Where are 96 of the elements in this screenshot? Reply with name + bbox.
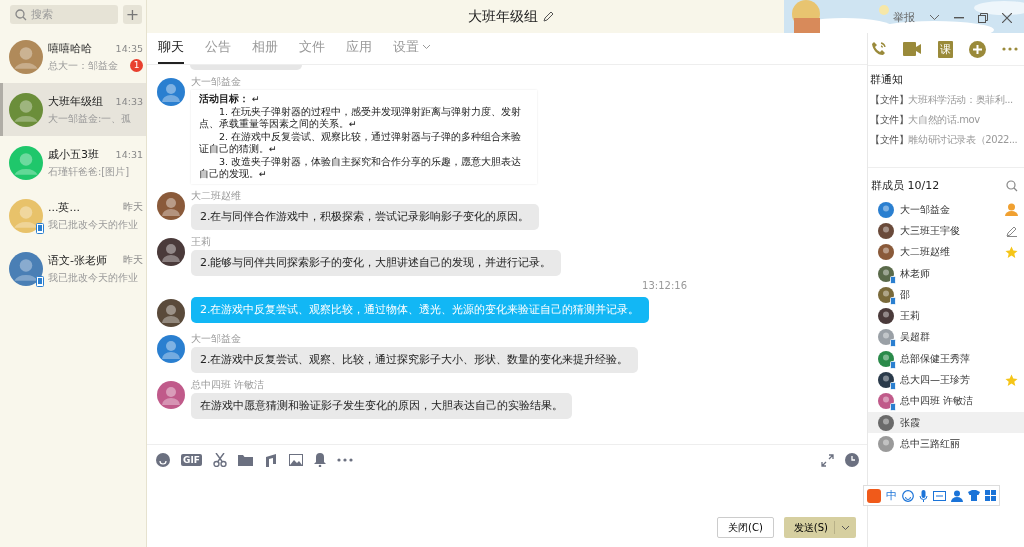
- emoji-icon[interactable]: [902, 489, 914, 502]
- member-item[interactable]: 总部保健王秀萍: [868, 348, 1024, 370]
- conversation-time: 昨天: [123, 200, 143, 214]
- message-bubble: 在游戏中愿意猜测和验证影子发生变化的原因，大胆表达自己的实验结果。: [191, 392, 572, 419]
- conversation-time: 14:35: [115, 42, 143, 54]
- sender-name: 总中四班 许敏洁: [191, 378, 266, 391]
- document-line: 活动目标： ↵: [199, 93, 261, 106]
- member-item[interactable]: 吴超群: [868, 326, 1024, 349]
- more-icon[interactable]: [1002, 47, 1018, 51]
- member-item[interactable]: 大一邹益金: [868, 199, 1024, 221]
- emoji-icon[interactable]: [156, 453, 170, 467]
- member-item[interactable]: 王莉: [868, 305, 1024, 327]
- sender-name: 大一邹益金: [191, 76, 242, 88]
- sender-name: 大一邹益金: [191, 332, 242, 345]
- conversation-preview: 我已批改今天的作业: [48, 270, 138, 285]
- document-line: 1. 在玩夹子弹射器的过程中，感受并发现弹射距离与弹射力度、发射点、承载重量等因素之间的关系。↵: [199, 105, 523, 131]
- conversation-name: 戚小五3班: [48, 146, 99, 162]
- person-icon[interactable]: [951, 489, 963, 502]
- restore-icon[interactable]: [978, 12, 988, 23]
- member-name: 吴超群: [900, 330, 931, 345]
- conversation-time: 14:33: [115, 95, 143, 107]
- shirt-icon[interactable]: [968, 490, 980, 501]
- document-line: 3. 改造夹子弹射器，体验自主探究和合作分享的乐趣，愿意大胆表达自己的发现。↵: [199, 155, 523, 181]
- window-title: 大班年级组: [467, 7, 538, 26]
- clock-icon[interactable]: [845, 453, 859, 467]
- member-name: 总中四班 许敏洁: [900, 394, 975, 409]
- member-item[interactable]: 大三班王宇俊: [868, 220, 1024, 242]
- video-call-icon[interactable]: [903, 42, 922, 56]
- member-name: 林老师: [900, 266, 931, 281]
- notice-item[interactable]: 【文件】雕幼研讨记录表（2022...: [870, 133, 1024, 147]
- chevron-down-icon[interactable]: [422, 44, 431, 50]
- close-button[interactable]: 关闭(C): [717, 517, 774, 538]
- member-name: 张霞: [900, 415, 921, 430]
- chevron-down-icon[interactable]: [929, 14, 940, 21]
- member-item[interactable]: 张霞: [868, 411, 1024, 434]
- keyboard-icon[interactable]: [933, 490, 946, 501]
- member-name: 大一邹益金: [900, 202, 951, 217]
- scissors-icon[interactable]: [212, 453, 227, 467]
- conversation-preview: 石瑾轩爸爸:[图片]: [48, 164, 130, 179]
- sender-name: 大二班赵维: [191, 189, 242, 202]
- member-item[interactable]: 总中四班 许敏洁: [868, 390, 1024, 412]
- phone-icon[interactable]: [871, 41, 887, 57]
- member-name: 总大四—王珍芳: [900, 373, 971, 387]
- folder-icon[interactable]: [237, 454, 253, 466]
- conversation-name: 嘻嘻哈哈: [48, 40, 92, 56]
- conversation-name: 大班年级组: [48, 93, 103, 109]
- conversation-item[interactable]: ...英... 昨天 我已批改今天的作业: [0, 189, 146, 242]
- member-item[interactable]: 林老师: [868, 262, 1024, 285]
- conversation-time: 14:31: [115, 148, 143, 160]
- minimize-icon[interactable]: [954, 16, 964, 19]
- report-link[interactable]: 举报: [893, 10, 915, 25]
- add-icon[interactable]: [968, 40, 986, 58]
- members-title: 群成员 10/12: [871, 178, 940, 193]
- search-field[interactable]: 搜索: [10, 5, 118, 24]
- member-item[interactable]: 总大四—王珍芳: [868, 369, 1024, 391]
- image-icon[interactable]: [288, 454, 303, 466]
- send-button[interactable]: 发送(S): [783, 517, 856, 538]
- conversation-name: 语文-张老师: [48, 252, 107, 268]
- message-bubble: 2.在与同伴合作游戏中，积极探索，尝试记录影响影子变化的原因。: [191, 203, 539, 230]
- notice-item[interactable]: 【文件】大班科学活动：奥菲利...: [870, 93, 1024, 107]
- more-icon[interactable]: [336, 458, 353, 462]
- conversation-preview: 我已批改今天的作业: [48, 217, 138, 232]
- member-item[interactable]: 总中三路红丽: [868, 433, 1024, 455]
- document-line: 2. 在游戏中反复尝试、观察比较，通过弹射器与子弹的多种组合来验证自己的猜测。↵: [199, 130, 523, 156]
- input-mode-toggle[interactable]: 中: [886, 488, 897, 503]
- chevron-down-icon[interactable]: [841, 524, 850, 531]
- bell-icon[interactable]: [313, 453, 326, 467]
- close-icon[interactable]: [1002, 12, 1012, 23]
- member-name: 大三班王宇俊: [900, 223, 961, 238]
- message-bubble: 2.在游戏中反复尝试、观察比较，通过物体、透光、光源的变化来验证自己的猜测并记录。: [191, 296, 649, 323]
- timestamp: 13:12:16: [641, 279, 688, 291]
- member-item[interactable]: 大二班赵维: [868, 241, 1024, 263]
- member-name: 总部保健王秀萍: [900, 351, 971, 366]
- notice-item[interactable]: 【文件】大自然的话.mov: [870, 113, 1024, 127]
- search-icon[interactable]: [1006, 179, 1018, 192]
- member-name: 大二班赵维: [900, 245, 951, 260]
- conversation-time: 昨天: [123, 253, 143, 267]
- message-bubble: 2.能够与同伴共同探索影子的变化，大胆讲述自己的发现，并进行记录。: [191, 249, 561, 276]
- message-bubble: 2.在游戏中反复尝试、观察、比较，通过探究影子大小、形状、数量的变化来提升经验。: [191, 346, 638, 373]
- grid-icon[interactable]: [985, 490, 996, 501]
- notice-title: 群通知: [870, 72, 904, 87]
- gif-button[interactable]: GIF: [181, 454, 202, 466]
- member-name: 总中三路红丽: [900, 436, 961, 451]
- member-name: 邵: [900, 287, 911, 302]
- conversation-name: ...英...: [48, 199, 80, 215]
- microphone-icon[interactable]: [919, 489, 928, 502]
- conversation-item[interactable]: 戚小五3班 14:31 石瑾轩爸爸:[图片]: [0, 136, 146, 189]
- member-name: 王莉: [900, 309, 921, 324]
- search-icon: [15, 9, 27, 21]
- expand-icon[interactable]: [821, 453, 834, 467]
- conversation-item[interactable]: 语文-张老师 昨天 我已批改今天的作业: [0, 242, 146, 295]
- sender-name: 王莉: [191, 235, 212, 248]
- edit-icon[interactable]: [542, 11, 554, 22]
- tab[interactable]: 聊天: [158, 38, 184, 64]
- unread-badge: 1: [130, 59, 143, 72]
- member-item[interactable]: 邵: [868, 284, 1024, 306]
